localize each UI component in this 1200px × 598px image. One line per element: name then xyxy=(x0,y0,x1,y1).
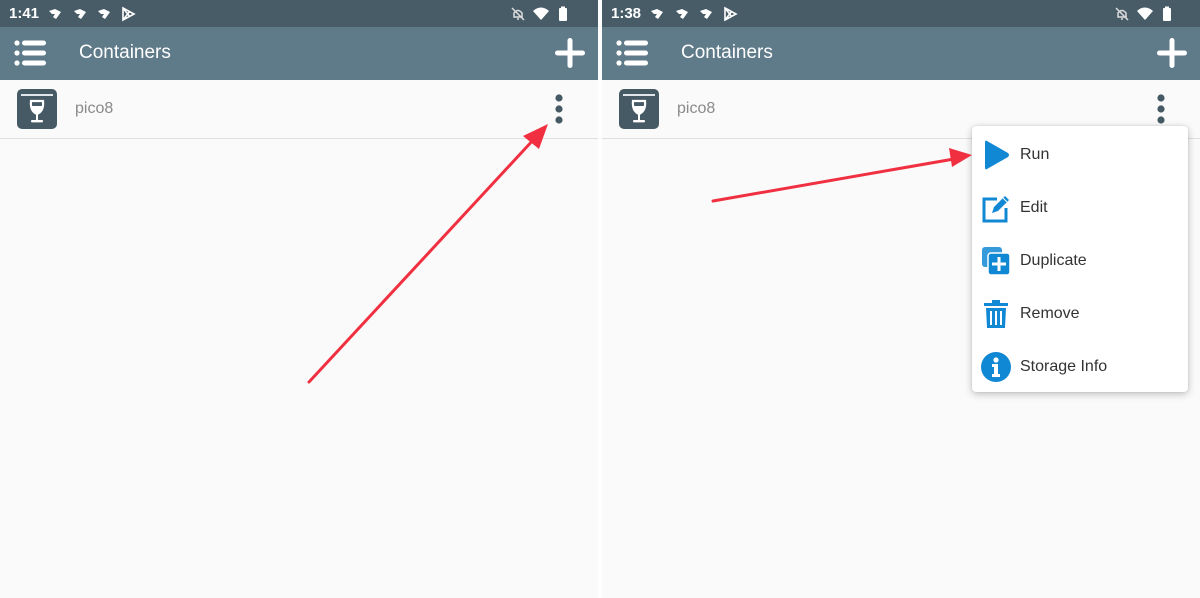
list-menu-icon[interactable] xyxy=(14,39,46,67)
status-time: 1:41 xyxy=(9,5,40,22)
menu-item-label: Edit xyxy=(1020,199,1048,216)
wine-glass-box-icon xyxy=(619,89,659,129)
status-time: 1:38 xyxy=(611,5,642,22)
menu-item-label: Duplicate xyxy=(1020,252,1087,269)
app-bar: Containers xyxy=(602,27,1200,80)
mute-icon xyxy=(511,7,525,21)
plus-icon[interactable] xyxy=(1156,37,1188,69)
screen-right: 1:38 Containers pico8 Run Edit Duplicate… xyxy=(602,0,1200,598)
container-name: pico8 xyxy=(677,100,716,117)
play-store-icon xyxy=(724,6,738,22)
plus-icon[interactable] xyxy=(554,37,586,69)
list-menu-icon[interactable] xyxy=(616,39,648,67)
wifi-icon xyxy=(1137,7,1153,20)
more-vert-icon[interactable] xyxy=(1152,93,1170,125)
duplicate-icon xyxy=(982,247,1011,276)
battery-icon xyxy=(559,6,567,21)
menu-item-label: Run xyxy=(1020,146,1050,163)
app-title: Containers xyxy=(79,42,171,63)
app-title: Containers xyxy=(681,42,773,63)
wine-glass-box-icon xyxy=(17,89,57,129)
menu-item-run[interactable]: Run xyxy=(972,128,1188,181)
notification-icon xyxy=(676,9,688,19)
trash-icon xyxy=(984,300,1008,328)
menu-item-label: Storage Info xyxy=(1020,358,1108,375)
menu-item-duplicate[interactable]: Duplicate xyxy=(972,234,1188,287)
wifi-icon xyxy=(533,7,549,20)
mute-icon xyxy=(1115,7,1129,21)
menu-item-label: Remove xyxy=(1020,305,1080,322)
app-bar: Containers xyxy=(0,27,598,80)
status-bar: 1:38 xyxy=(602,0,1200,27)
notification-icon xyxy=(49,9,61,19)
notification-icon xyxy=(651,9,663,19)
container-name: pico8 xyxy=(75,100,114,117)
menu-item-storage-info[interactable]: Storage Info xyxy=(972,340,1188,393)
more-vert-icon[interactable] xyxy=(550,93,568,125)
edit-icon xyxy=(982,196,1009,223)
info-icon xyxy=(981,352,1011,382)
play-icon xyxy=(985,140,1009,170)
battery-icon xyxy=(1163,6,1171,21)
status-bar: 1:41 xyxy=(0,0,598,27)
screen-left: 1:41 Containers pico8 xyxy=(0,0,598,598)
menu-item-remove[interactable]: Remove xyxy=(972,287,1188,340)
notification-icon xyxy=(98,9,110,19)
menu-item-edit[interactable]: Edit xyxy=(972,181,1188,234)
context-menu: Run Edit Duplicate Remove Storage Info xyxy=(972,126,1188,392)
container-list-item[interactable]: pico8 xyxy=(0,80,598,139)
notification-icon xyxy=(74,9,86,19)
play-store-icon xyxy=(122,6,136,22)
notification-icon xyxy=(700,9,712,19)
